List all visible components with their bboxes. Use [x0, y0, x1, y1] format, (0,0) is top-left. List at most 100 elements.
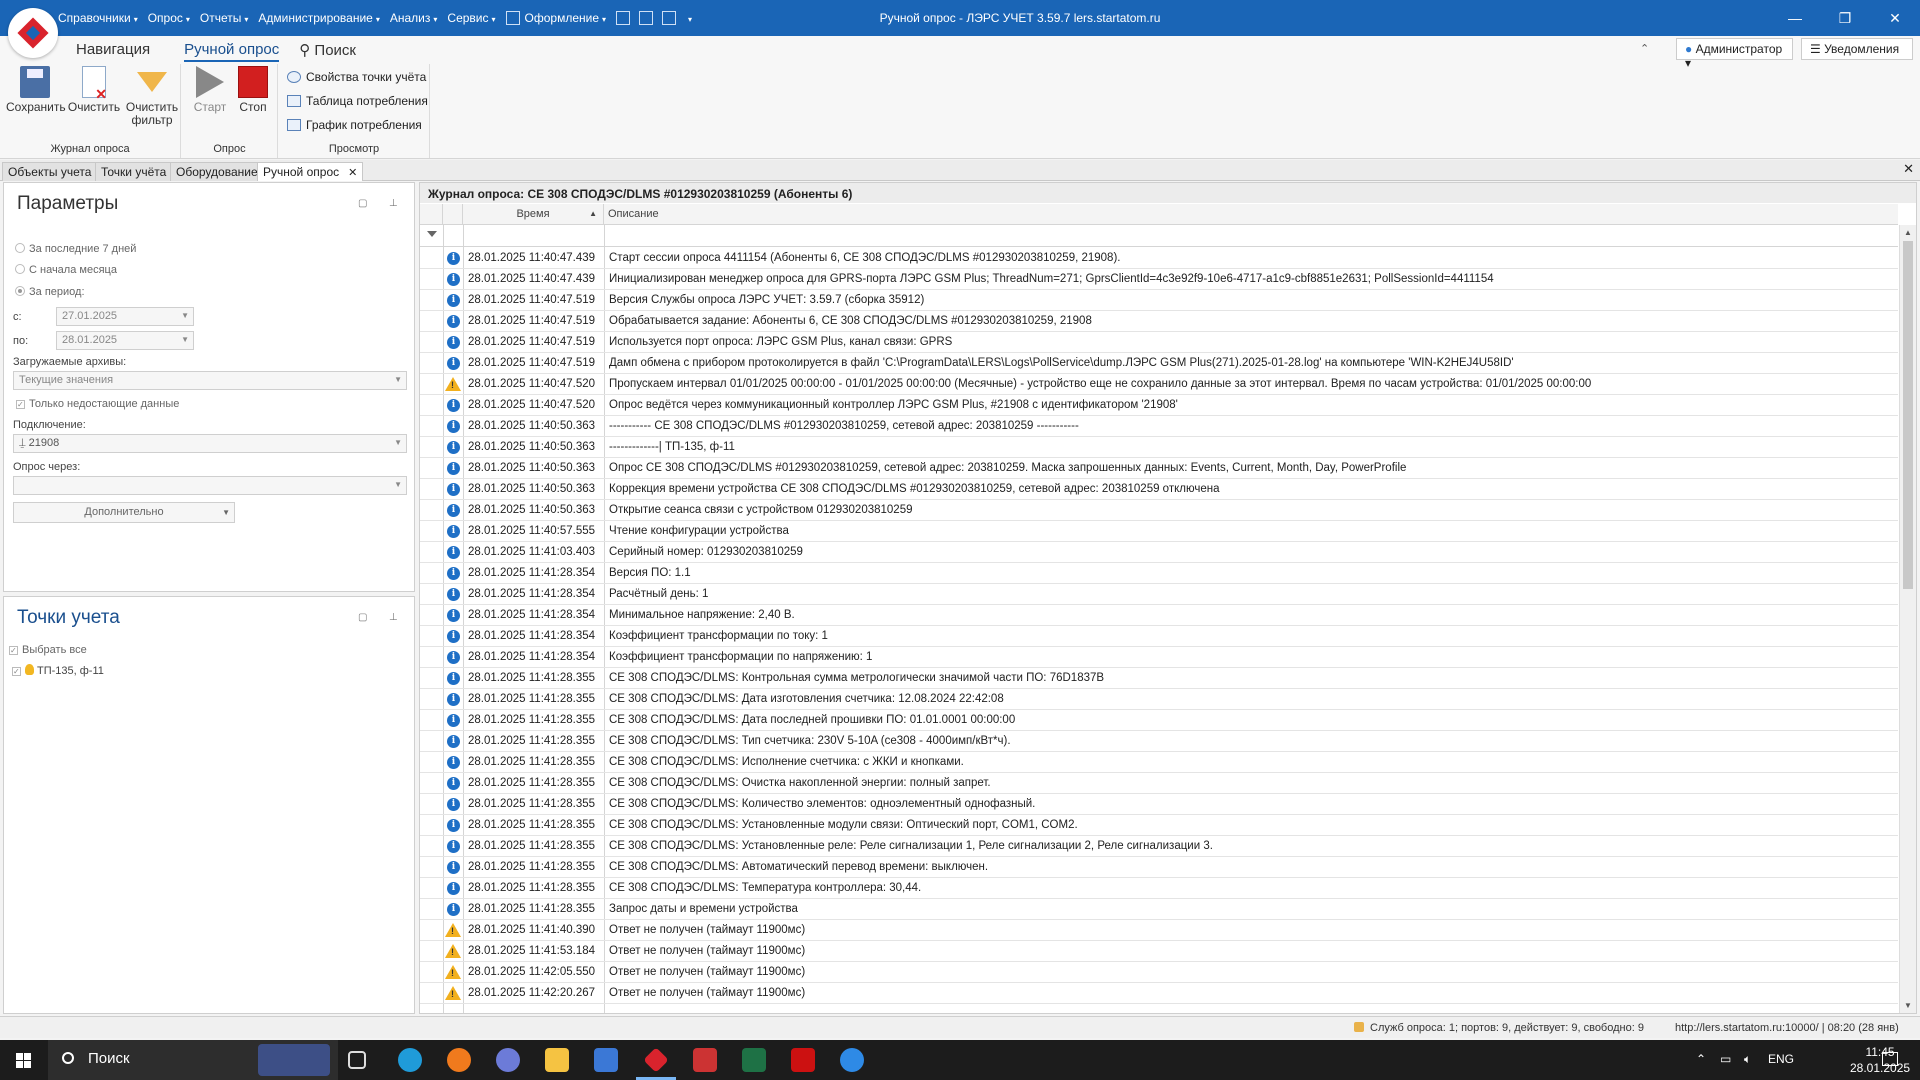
table-row[interactable]: i 28.01.2025 11:41:28.354 Версия ПО: 1.1 [420, 563, 1898, 584]
clock[interactable]: 11:45 28.01.2025 [1850, 1044, 1910, 1076]
doc-tab-manual-poll[interactable]: Ручной опрос ✕ [257, 162, 364, 181]
edge-icon[interactable] [398, 1048, 422, 1072]
column-time[interactable]: Время ▲ [463, 204, 604, 224]
list-item[interactable]: ✓ ТП-135, ф-11 [12, 664, 104, 677]
table-row[interactable]: i 28.01.2025 11:41:28.355 СЕ 308 СПОДЭС/DL… [420, 710, 1898, 731]
filter-icon[interactable] [427, 231, 437, 237]
file-explorer-icon[interactable] [545, 1048, 569, 1072]
table-row[interactable]: i 28.01.2025 11:40:47.439 Старт сессии опр… [420, 248, 1898, 269]
vertical-scrollbar[interactable]: ▲ ▼ [1899, 225, 1916, 1013]
consumption-chart-button[interactable]: График потребления [287, 118, 422, 132]
close-button[interactable]: ✕ [1870, 0, 1920, 36]
to-date-field[interactable]: 28.01.2025 ▼ [56, 331, 194, 350]
table-row[interactable]: i 28.01.2025 11:41:28.355 Запрос даты и вр… [420, 899, 1898, 920]
app-logo[interactable] [8, 8, 58, 58]
archives-select[interactable]: Текущие значения ▼ [13, 371, 407, 390]
table-row[interactable]: i 28.01.2025 11:41:28.355 СЕ 308 СПОДЭС/DL… [420, 857, 1898, 878]
menu-references[interactable]: Справочники ▾ [58, 11, 138, 25]
missing-only-checkbox[interactable]: ✓ Только недостающие данные [16, 398, 179, 410]
table-row[interactable]: i 28.01.2025 11:41:28.355 СЕ 308 СПОДЭС/DL… [420, 731, 1898, 752]
doc-tab-points[interactable]: Точки учёта [95, 162, 173, 181]
table-row[interactable]: i 28.01.2025 11:41:28.355 СЕ 308 СПОДЭС/DL… [420, 794, 1898, 815]
save-button[interactable]: Сохранить [6, 66, 66, 114]
notification-center-icon[interactable] [1882, 1052, 1898, 1066]
menu-reports[interactable]: Отчеты ▾ [200, 11, 249, 25]
filter-row[interactable] [420, 226, 1898, 247]
tab-manual-poll[interactable]: Ручной опрос [184, 36, 280, 62]
pdf-reader-icon[interactable] [791, 1048, 815, 1072]
start-button[interactable]: Старт [190, 66, 230, 114]
table-row[interactable]: i 28.01.2025 11:41:28.355 СЕ 308 СПОДЭС/DL… [420, 836, 1898, 857]
notifications-button[interactable]: ☰ Уведомления [1801, 38, 1913, 60]
clear-filter-button[interactable]: Очистить фильтр [124, 66, 180, 127]
radio-last-7-days[interactable]: За последние 7 дней [15, 243, 136, 255]
table-row[interactable]: 28.01.2025 11:42:05.550 Ответ не получен … [420, 962, 1898, 983]
table-row[interactable]: i 28.01.2025 11:40:50.363 ----------- СЕ 3… [420, 416, 1898, 437]
table-row[interactable]: i 28.01.2025 11:40:47.519 Дамп обмена с пр… [420, 353, 1898, 374]
clear-button[interactable]: Очистить [67, 66, 121, 114]
menu-style[interactable]: Оформление ▾ [505, 11, 606, 26]
pin-icon[interactable]: ⊥ [389, 612, 398, 623]
menu-service[interactable]: Сервис ▾ [447, 11, 495, 25]
scroll-thumb[interactable] [1903, 241, 1913, 589]
table-row[interactable]: i 28.01.2025 11:41:03.403 Серийный номер: … [420, 542, 1898, 563]
chevron-up-icon[interactable]: ⌃ [1696, 1052, 1706, 1066]
scroll-up-icon[interactable]: ▲ [1904, 228, 1912, 237]
table-row[interactable]: i 28.01.2025 11:40:47.519 Обрабатывается з… [420, 311, 1898, 332]
table-row[interactable]: i 28.01.2025 11:40:47.520 Опрос ведётся че… [420, 395, 1898, 416]
volume-icon[interactable]: 🔈︎ [1744, 1052, 1751, 1067]
column-description[interactable]: Описание [604, 204, 1898, 224]
close-icon[interactable]: ✕ [348, 167, 357, 179]
firefox-icon[interactable] [447, 1048, 471, 1072]
table-row[interactable]: i 28.01.2025 11:41:28.355 СЕ 308 СПОДЭС/DL… [420, 815, 1898, 836]
language-indicator[interactable]: ENG [1768, 1052, 1794, 1066]
dx-app-icon[interactable] [693, 1048, 717, 1072]
export-icon[interactable] [639, 11, 654, 25]
table-row[interactable]: i 28.01.2025 11:41:28.354 Коэффициент тран… [420, 626, 1898, 647]
table-row[interactable]: i 28.01.2025 11:40:50.363 Открытие сеанса … [420, 500, 1898, 521]
table-row[interactable]: i 28.01.2025 11:40:47.439 Инициализирован … [420, 269, 1898, 290]
connection-select[interactable]: ⍊ 21908 ▼ [13, 434, 407, 453]
task-view-icon[interactable] [348, 1051, 366, 1069]
close-all-tabs-icon[interactable]: ✕ [1903, 161, 1914, 177]
quick-access-dropdown[interactable]: ▾ [685, 11, 692, 25]
select-all-checkbox[interactable]: ✓ Выбрать все [9, 644, 87, 656]
table-row[interactable]: 28.01.2025 11:40:47.520 Пропускаем интерв… [420, 374, 1898, 395]
table-row[interactable]: i 28.01.2025 11:41:28.355 СЕ 308 СПОДЭС/DL… [420, 668, 1898, 689]
point-properties-button[interactable]: Свойства точки учёта [287, 70, 426, 84]
table-row[interactable]: 28.01.2025 11:41:40.390 Ответ не получен … [420, 920, 1898, 941]
poll-via-select[interactable]: ▼ [13, 476, 407, 495]
consumption-table-button[interactable]: Таблица потребления [287, 94, 428, 108]
tab-search[interactable]: ⚲ Поиск [299, 36, 356, 62]
table-row[interactable]: i 28.01.2025 11:41:28.355 СЕ 308 СПОДЭС/DL… [420, 752, 1898, 773]
table-row[interactable]: i 28.01.2025 11:41:28.355 СЕ 308 СПОДЭС/DL… [420, 689, 1898, 710]
radio-month-start[interactable]: С начала месяца [15, 264, 117, 276]
table-row[interactable]: 28.01.2025 11:41:53.184 Ответ не получен … [420, 941, 1898, 962]
table-row[interactable]: i 28.01.2025 11:40:50.363 Опрос СЕ 308 СПО… [420, 458, 1898, 479]
menu-admin[interactable]: Администрирование ▾ [258, 11, 379, 25]
table-row[interactable]: i 28.01.2025 11:40:47.519 Используется пор… [420, 332, 1898, 353]
chat-app-icon[interactable] [840, 1048, 864, 1072]
minimize-button[interactable]: — [1770, 0, 1820, 36]
table-row[interactable]: 28.01.2025 11:42:20.267 Ответ не получен … [420, 983, 1898, 1004]
table-row[interactable]: i 28.01.2025 11:41:28.354 Расчётный день: … [420, 584, 1898, 605]
menu-analysis[interactable]: Анализ ▾ [390, 11, 438, 25]
table-row[interactable]: i 28.01.2025 11:40:50.363 -------------| Т… [420, 437, 1898, 458]
table-row[interactable]: i 28.01.2025 11:41:28.355 СЕ 308 СПОДЭС/DL… [420, 878, 1898, 899]
yandex-browser-icon[interactable] [496, 1048, 520, 1072]
stop-button[interactable]: Стоп [234, 66, 272, 114]
table-row[interactable]: i 28.01.2025 11:41:28.354 Коэффициент тран… [420, 647, 1898, 668]
from-date-field[interactable]: 27.01.2025 ▼ [56, 307, 194, 326]
pin-icon[interactable]: ⊥ [389, 198, 398, 209]
doc-tab-objects[interactable]: Объекты учета [2, 162, 98, 181]
user-menu-button[interactable]: ● Администратор ▾ [1676, 38, 1793, 70]
excel-icon[interactable] [742, 1048, 766, 1072]
table-row[interactable]: i 28.01.2025 11:40:47.519 Версия Службы оп… [420, 290, 1898, 311]
table-row[interactable]: i 28.01.2025 11:41:28.354 Минимальное напр… [420, 605, 1898, 626]
table-row[interactable]: i 28.01.2025 11:40:50.363 Коррекция времен… [420, 479, 1898, 500]
radio-period[interactable]: За период: [15, 286, 85, 298]
store-icon[interactable] [594, 1048, 618, 1072]
lers-app-icon[interactable] [643, 1047, 669, 1073]
scroll-down-icon[interactable]: ▼ [1904, 1001, 1912, 1010]
ribbon-collapse-icon[interactable]: ⌃ [1640, 42, 1649, 55]
